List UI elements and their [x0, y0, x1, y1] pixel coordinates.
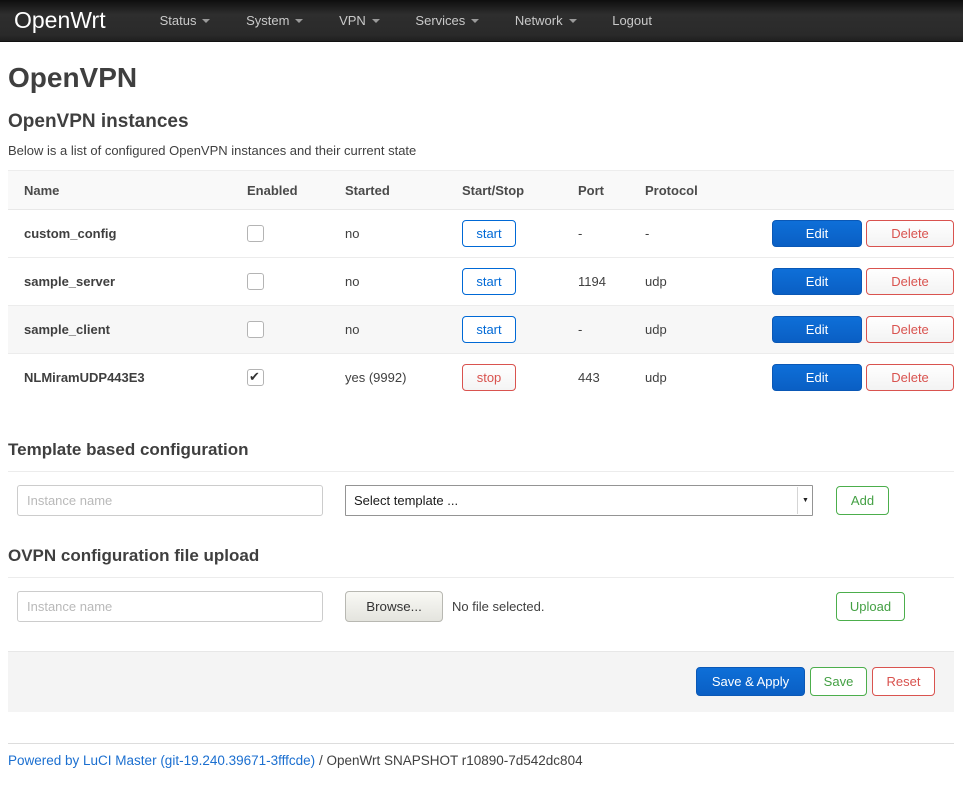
chevron-down-icon: [202, 19, 210, 23]
start-stop-button[interactable]: start: [462, 268, 516, 295]
action-bar: Save & Apply Save Reset: [8, 651, 954, 712]
instance-name: custom_config: [8, 210, 231, 258]
col-header-start-stop: Start/Stop: [446, 171, 562, 210]
add-button[interactable]: Add: [836, 486, 889, 515]
col-header-protocol: Protocol: [629, 171, 745, 210]
instance-name: NLMiramUDP443E3: [8, 354, 231, 402]
instance-row: sample_server no start 1194 udp EditDele…: [8, 258, 954, 306]
port-value: 1194: [562, 258, 629, 306]
chevron-down-icon: [372, 19, 380, 23]
chevron-down-icon: [471, 19, 479, 23]
start-stop-button[interactable]: start: [462, 316, 516, 343]
no-file-text: No file selected.: [452, 599, 545, 614]
port-value: -: [562, 306, 629, 354]
col-header-actions: [745, 171, 954, 210]
protocol-value: udp: [629, 354, 745, 402]
start-stop-button[interactable]: stop: [462, 364, 516, 391]
template-select[interactable]: Select template ...: [345, 485, 813, 516]
col-header-port: Port: [562, 171, 629, 210]
edit-button[interactable]: Edit: [772, 220, 862, 247]
save-button[interactable]: Save: [810, 667, 867, 696]
col-header-started: Started: [329, 171, 446, 210]
protocol-value: -: [629, 210, 745, 258]
page-footer: Powered by LuCI Master (git-19.240.39671…: [8, 743, 954, 768]
instances-heading: OpenVPN instances: [8, 111, 954, 133]
chevron-down-icon: [295, 19, 303, 23]
reset-button[interactable]: Reset: [872, 667, 935, 696]
protocol-value: udp: [629, 258, 745, 306]
instances-description: Below is a list of configured OpenVPN in…: [8, 143, 954, 158]
edit-button[interactable]: Edit: [772, 364, 862, 391]
browse-button[interactable]: Browse...: [345, 591, 443, 622]
instances-tbody: custom_config no start - - EditDelete sa…: [8, 210, 954, 402]
started-status: no: [329, 306, 446, 354]
main-content: OpenVPN OpenVPN instances Below is a lis…: [0, 42, 963, 768]
port-value: 443: [562, 354, 629, 402]
template-instance-name-input[interactable]: [17, 485, 323, 516]
template-select-wrap: Select template ... ▼: [345, 485, 813, 516]
nav-item-services[interactable]: Services: [399, 0, 495, 42]
started-status: yes (9992): [329, 354, 446, 402]
enabled-checkbox[interactable]: [247, 273, 264, 290]
delete-button[interactable]: Delete: [866, 268, 954, 295]
nav-item-system[interactable]: System: [230, 0, 319, 42]
delete-button[interactable]: Delete: [866, 316, 954, 343]
version-text: / OpenWrt SNAPSHOT r10890-7d542dc804: [315, 753, 582, 768]
chevron-down-icon: [569, 19, 577, 23]
instance-row: custom_config no start - - EditDelete: [8, 210, 954, 258]
template-section: Select template ... ▼ Add: [8, 471, 954, 516]
upload-button[interactable]: Upload: [836, 592, 905, 621]
instance-name: sample_server: [8, 258, 231, 306]
nav-item-network[interactable]: Network: [499, 0, 593, 42]
save-apply-button[interactable]: Save & Apply: [696, 667, 805, 696]
template-heading: Template based configuration: [8, 440, 954, 460]
start-stop-button[interactable]: start: [462, 220, 516, 247]
protocol-value: udp: [629, 306, 745, 354]
upload-section: Browse... No file selected. Upload: [8, 577, 954, 622]
edit-button[interactable]: Edit: [772, 316, 862, 343]
started-status: no: [329, 210, 446, 258]
luci-link[interactable]: Powered by LuCI Master (git-19.240.39671…: [8, 753, 315, 768]
page-title: OpenVPN: [8, 62, 954, 94]
delete-button[interactable]: Delete: [866, 364, 954, 391]
enabled-checkbox[interactable]: [247, 225, 264, 242]
brand-logo[interactable]: OpenWrt: [14, 7, 106, 34]
table-header-row: NameEnabledStartedStart/StopPortProtocol: [8, 171, 954, 210]
col-header-name: Name: [8, 171, 231, 210]
port-value: -: [562, 210, 629, 258]
started-status: no: [329, 258, 446, 306]
enabled-checkbox[interactable]: [247, 321, 264, 338]
instance-row: sample_client no start - udp EditDelete: [8, 306, 954, 354]
upload-heading: OVPN configuration file upload: [8, 546, 954, 566]
nav-item-vpn[interactable]: VPN: [323, 0, 396, 42]
instance-name: sample_client: [8, 306, 231, 354]
delete-button[interactable]: Delete: [866, 220, 954, 247]
instance-row: NLMiramUDP443E3 yes (9992) stop 443 udp …: [8, 354, 954, 402]
nav-item-status[interactable]: Status: [144, 0, 227, 42]
nav-item-logout[interactable]: Logout: [596, 0, 668, 42]
enabled-checkbox[interactable]: [247, 369, 264, 386]
upload-instance-name-input[interactable]: [17, 591, 323, 622]
instances-table: NameEnabledStartedStart/StopPortProtocol…: [8, 170, 954, 402]
main-menu: Status System VPN Services Network Logou…: [144, 0, 668, 42]
top-navbar: OpenWrt Status System VPN Services Netwo…: [0, 0, 963, 42]
edit-button[interactable]: Edit: [772, 268, 862, 295]
col-header-enabled: Enabled: [231, 171, 329, 210]
